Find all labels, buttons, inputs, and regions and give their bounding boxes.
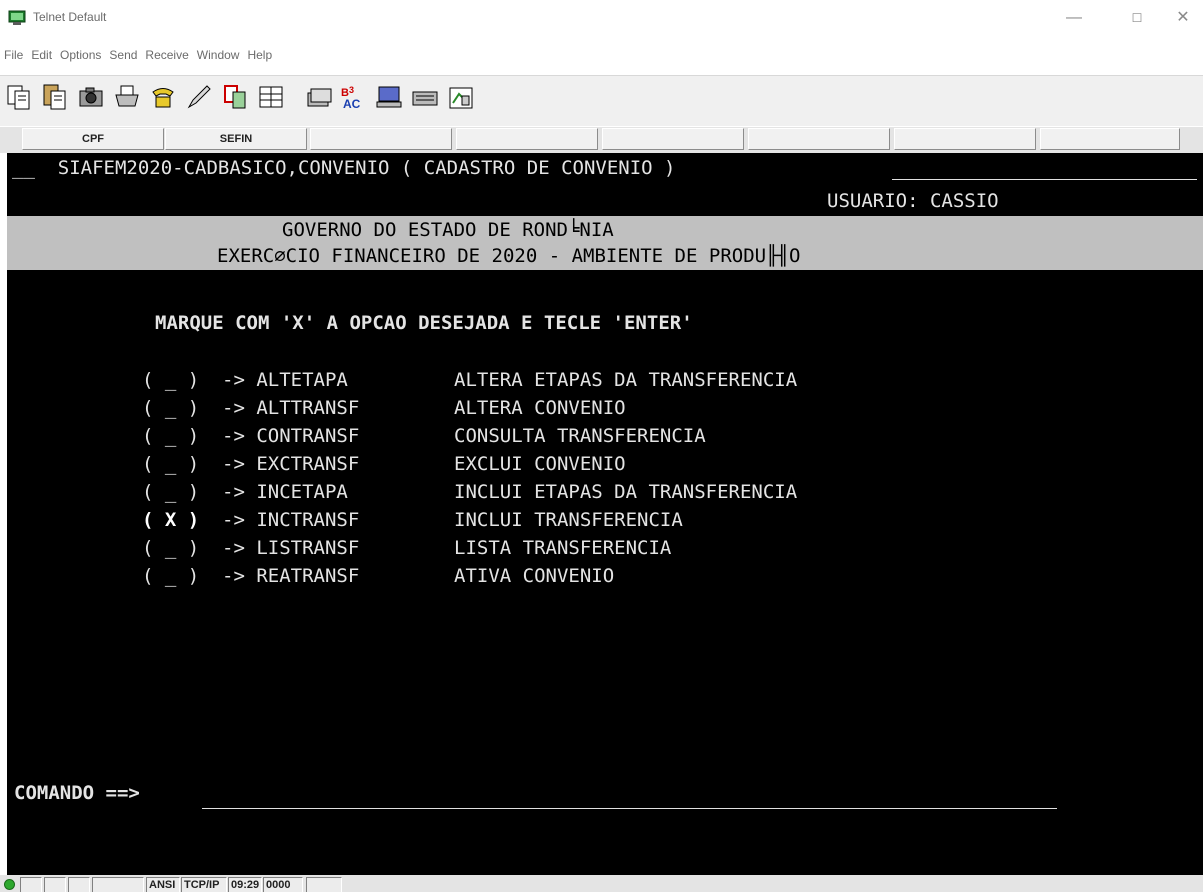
terminal-icon[interactable] bbox=[372, 80, 406, 114]
instruction-text: MARQUE COM 'X' A OPCAO DESEJADA E TECLE … bbox=[155, 312, 693, 334]
option-mark[interactable]: ( X ) bbox=[142, 508, 199, 532]
fkey-6[interactable] bbox=[748, 128, 890, 150]
status-cell bbox=[68, 877, 90, 892]
option-mark[interactable]: ( _ ) bbox=[142, 424, 199, 448]
keyboard-map-icon[interactable] bbox=[254, 80, 288, 114]
stack-icon[interactable] bbox=[302, 80, 336, 114]
option-code: -> INCETAPA bbox=[222, 481, 348, 503]
fkey-cpf[interactable]: CPF bbox=[22, 128, 164, 150]
window-title: Telnet Default bbox=[33, 10, 107, 24]
status-time: 09:29 bbox=[228, 877, 262, 892]
menu-options[interactable]: Options bbox=[56, 44, 105, 66]
option-code: -> EXCTRANSF bbox=[222, 453, 360, 475]
paste-icon[interactable] bbox=[38, 80, 72, 114]
fkey-5[interactable] bbox=[602, 128, 744, 150]
option-mark[interactable]: ( _ ) bbox=[142, 564, 199, 588]
screen-header: __ SIAFEM2020-CADBASICO,CONVENIO ( CADAS… bbox=[12, 157, 676, 179]
option-desc: INCLUI ETAPAS DA TRANSFERENCIA bbox=[454, 481, 798, 503]
option-desc: ATIVA CONVENIO bbox=[454, 565, 615, 587]
option-desc: INCLUI TRANSFERENCIA bbox=[454, 509, 683, 531]
spellcheck-icon[interactable]: B 3 AC bbox=[336, 80, 370, 114]
command-input-line bbox=[202, 808, 1057, 809]
terminal-screen[interactable]: __ SIAFEM2020-CADBASICO,CONVENIO ( CADAS… bbox=[7, 153, 1203, 875]
option-mark[interactable]: ( _ ) bbox=[142, 396, 199, 420]
toolbar: B 3 AC bbox=[0, 75, 1203, 126]
maximize-button[interactable]: ☐ bbox=[1117, 6, 1157, 30]
user-label: USUARIO: CASSIO bbox=[827, 190, 999, 212]
fkey-3[interactable] bbox=[310, 128, 452, 150]
option-code: -> ALTTRANSF bbox=[222, 397, 360, 419]
menu-receive[interactable]: Receive bbox=[141, 44, 192, 66]
function-key-bar: CPF SEFIN bbox=[0, 127, 1203, 153]
header-band: GOVERNO DO ESTADO DE ROND╘NIA EXERC⌀CIO … bbox=[7, 216, 1203, 270]
option-desc: ALTERA ETAPAS DA TRANSFERENCIA bbox=[454, 369, 798, 391]
option-desc: LISTA TRANSFERENCIA bbox=[454, 537, 672, 559]
settings-icon[interactable] bbox=[444, 80, 478, 114]
status-counter: 0000 bbox=[263, 877, 303, 892]
fkey-7[interactable] bbox=[894, 128, 1036, 150]
keyboard-icon[interactable] bbox=[408, 80, 442, 114]
command-label: COMANDO ==> bbox=[14, 782, 140, 804]
header-field-line bbox=[892, 179, 1197, 180]
option-mark[interactable]: ( _ ) bbox=[142, 536, 199, 560]
copy-icon[interactable] bbox=[2, 80, 36, 114]
option-mark[interactable]: ( _ ) bbox=[142, 480, 199, 504]
fkey-8[interactable] bbox=[1040, 128, 1180, 150]
government-title: GOVERNO DO ESTADO DE ROND╘NIA bbox=[282, 219, 614, 241]
phone-icon[interactable] bbox=[146, 80, 180, 114]
menu-window[interactable]: Window bbox=[193, 44, 244, 66]
fiscal-year-line: EXERC⌀CIO FINANCEIRO DE 2020 - AMBIENTE … bbox=[217, 245, 801, 267]
option-code: -> INCTRANSF bbox=[222, 509, 360, 531]
transfer-icon[interactable] bbox=[218, 80, 252, 114]
status-cell bbox=[306, 877, 342, 892]
option-mark[interactable]: ( _ ) bbox=[142, 452, 199, 476]
menu-file[interactable]: File bbox=[0, 44, 27, 66]
option-desc: EXCLUI CONVENIO bbox=[454, 453, 626, 475]
title-bar: Telnet Default — ☐ ✕ bbox=[0, 0, 1203, 38]
svg-text:3: 3 bbox=[349, 85, 354, 95]
status-mode: ANSI bbox=[146, 877, 180, 892]
pen-icon[interactable] bbox=[182, 80, 216, 114]
menu-send[interactable]: Send bbox=[105, 44, 141, 66]
option-code: -> CONTRANSF bbox=[222, 425, 360, 447]
fkey-4[interactable] bbox=[456, 128, 598, 150]
status-cell bbox=[44, 877, 66, 892]
option-code: -> ALTETAPA bbox=[222, 369, 348, 391]
camera-icon[interactable] bbox=[74, 80, 108, 114]
menu-bar: File Edit Options Send Receive Window He… bbox=[0, 44, 276, 66]
option-code: -> LISTRANSF bbox=[222, 537, 360, 559]
option-code: -> REATRANSF bbox=[222, 565, 360, 587]
option-mark[interactable]: ( _ ) bbox=[142, 368, 199, 392]
status-protocol: TCP/IP bbox=[181, 877, 227, 892]
print-icon[interactable] bbox=[110, 80, 144, 114]
status-bar: ANSI TCP/IP 09:29 0000 bbox=[0, 875, 1203, 892]
status-cell bbox=[92, 877, 144, 892]
menu-help[interactable]: Help bbox=[243, 44, 276, 66]
menu-edit[interactable]: Edit bbox=[27, 44, 56, 66]
option-desc: CONSULTA TRANSFERENCIA bbox=[454, 425, 706, 447]
fkey-sefin[interactable]: SEFIN bbox=[165, 128, 307, 150]
close-button[interactable]: ✕ bbox=[1163, 6, 1203, 30]
status-cell bbox=[20, 877, 42, 892]
svg-text:AC: AC bbox=[343, 97, 361, 111]
telnet-app-icon bbox=[8, 9, 26, 27]
minimize-button[interactable]: — bbox=[1054, 6, 1094, 30]
option-desc: ALTERA CONVENIO bbox=[454, 397, 626, 419]
connection-status-icon bbox=[4, 879, 15, 890]
